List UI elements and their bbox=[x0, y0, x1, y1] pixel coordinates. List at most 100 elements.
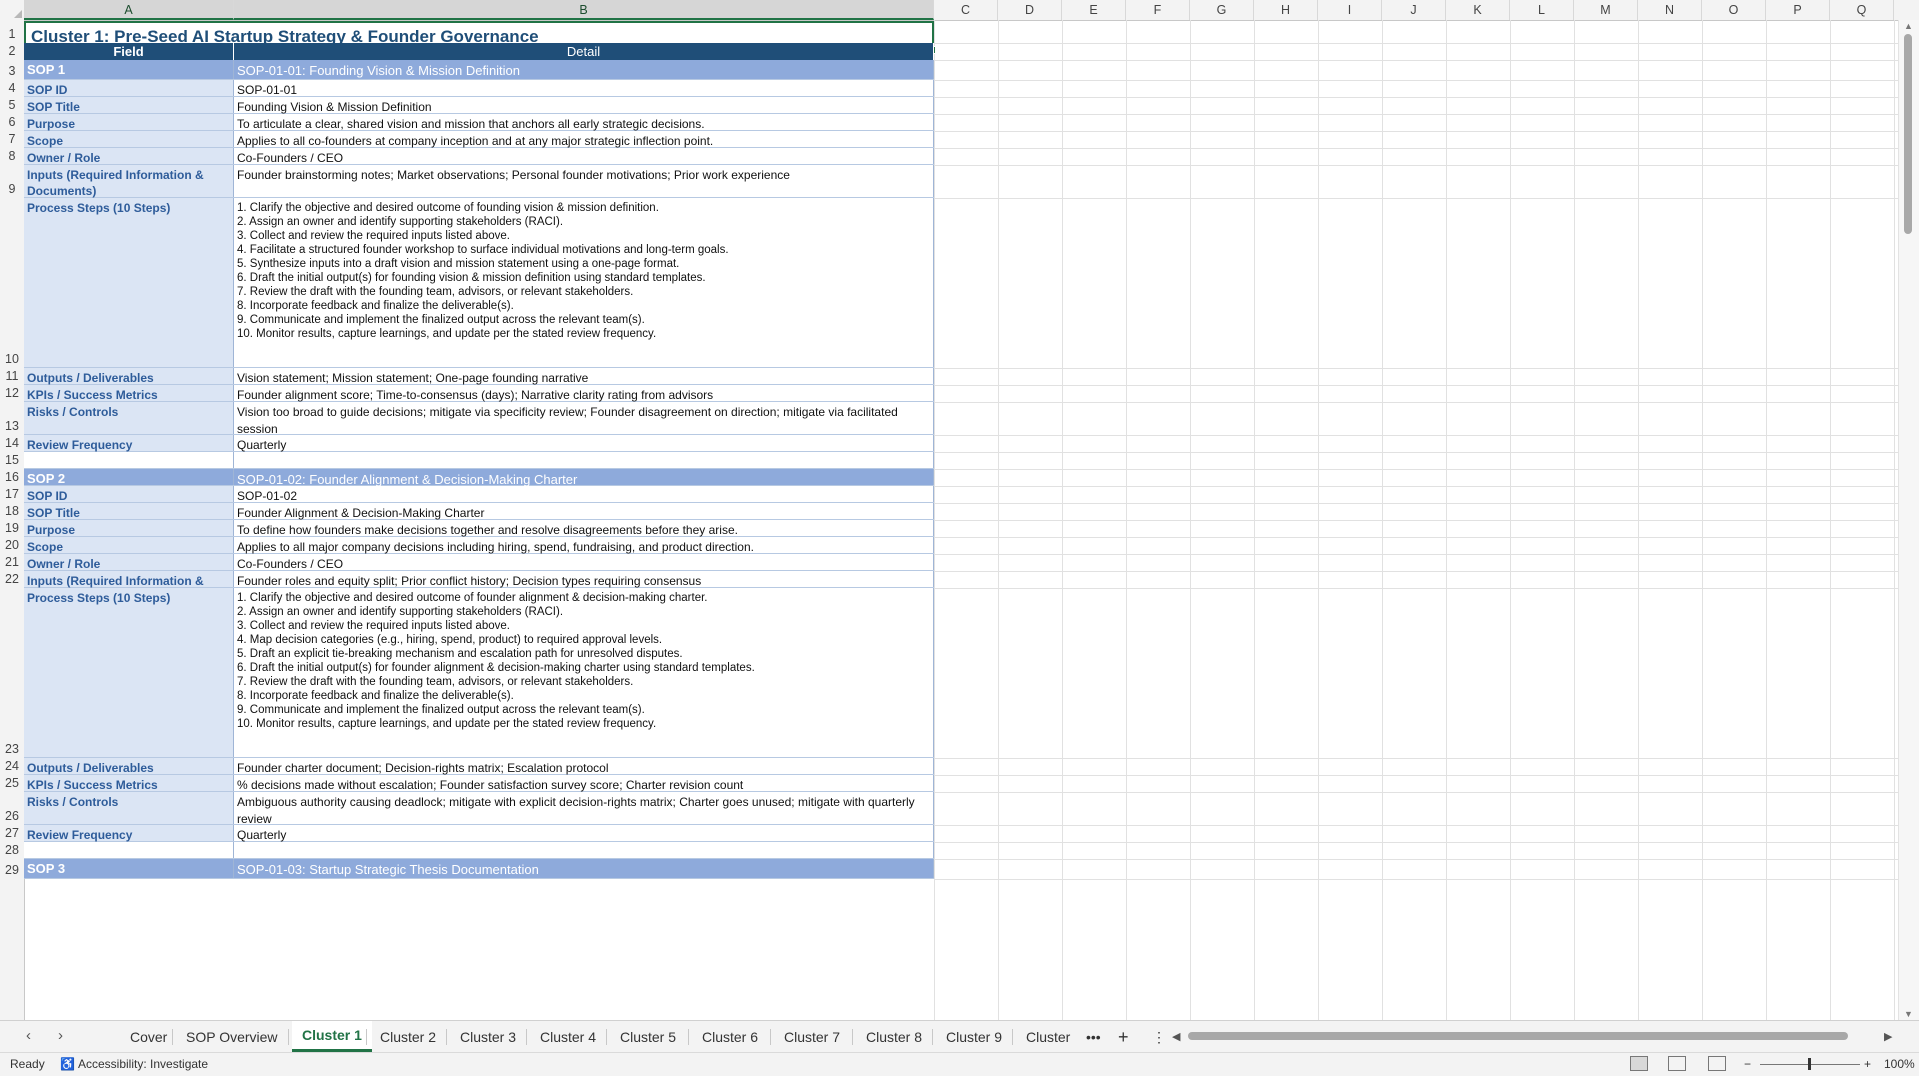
row-header[interactable]: 15 bbox=[0, 452, 24, 469]
field-cell[interactable] bbox=[24, 452, 234, 468]
page-break-view-icon[interactable] bbox=[1708, 1056, 1726, 1071]
column-header-p[interactable]: P bbox=[1766, 0, 1830, 20]
row-header[interactable]: 4 bbox=[0, 80, 24, 97]
row-header[interactable]: 9 bbox=[0, 165, 24, 198]
column-header-a[interactable]: A bbox=[24, 0, 234, 20]
field-cell[interactable]: Inputs (Required Information & Documents… bbox=[24, 165, 234, 198]
more-sheets-icon[interactable]: ••• bbox=[1076, 1025, 1111, 1049]
accessibility-icon[interactable]: ♿ bbox=[60, 1057, 75, 1071]
field-cell[interactable]: SOP 2 bbox=[24, 469, 234, 486]
row-header[interactable]: 18 bbox=[0, 503, 24, 520]
field-cell[interactable]: Risks / Controls bbox=[24, 402, 234, 434]
field-cell[interactable]: Purpose bbox=[24, 520, 234, 537]
sheet-tab[interactable]: Cluster 9 bbox=[936, 1025, 1012, 1049]
detail-cell[interactable]: % decisions made without escalation; Fou… bbox=[234, 775, 934, 792]
detail-cell[interactable]: Applies to all major company decisions i… bbox=[234, 537, 934, 554]
row-header[interactable]: 1 bbox=[0, 21, 24, 43]
sheet-tab[interactable]: Cluster 1 bbox=[292, 1021, 372, 1052]
field-cell[interactable]: Outputs / Deliverables bbox=[24, 368, 234, 385]
detail-cell[interactable]: Founder Alignment & Decision-Making Char… bbox=[234, 503, 934, 520]
detail-cell[interactable]: Founding Vision & Mission Definition bbox=[234, 97, 934, 114]
row-header[interactable]: 16 bbox=[0, 469, 24, 486]
detail-cell[interactable]: Ambiguous authority causing deadlock; mi… bbox=[234, 792, 934, 826]
row-header[interactable]: 26 bbox=[0, 792, 24, 825]
detail-cell[interactable] bbox=[234, 842, 934, 858]
field-cell[interactable]: SOP Title bbox=[24, 503, 234, 520]
page-layout-view-icon[interactable] bbox=[1668, 1056, 1686, 1071]
detail-cell[interactable]: Founder alignment score; Time-to-consens… bbox=[234, 385, 934, 402]
field-cell[interactable]: Process Steps (10 Steps) bbox=[24, 588, 234, 757]
row-header[interactable]: 2 bbox=[0, 43, 24, 60]
detail-cell[interactable]: To articulate a clear, shared vision and… bbox=[234, 114, 934, 131]
column-header-q[interactable]: Q bbox=[1830, 0, 1894, 20]
detail-cell[interactable]: Quarterly bbox=[234, 435, 934, 452]
zoom-level[interactable]: 100% bbox=[1884, 1057, 1915, 1071]
detail-cell[interactable]: Co-Founders / CEO bbox=[234, 554, 934, 571]
field-cell[interactable]: Outputs / Deliverables bbox=[24, 758, 234, 775]
field-cell[interactable]: SOP 1 bbox=[24, 60, 234, 79]
sheet-tab[interactable]: Cluster 5 bbox=[610, 1025, 686, 1049]
field-cell[interactable]: SOP Title bbox=[24, 97, 234, 114]
detail-cell[interactable]: Founder charter document; Decision-right… bbox=[234, 758, 934, 775]
row-header[interactable]: 13 bbox=[0, 402, 24, 435]
detail-cell[interactable]: SOP-01-01: Founding Vision & Mission Def… bbox=[234, 60, 934, 79]
row-header[interactable]: 3 bbox=[0, 60, 24, 80]
field-cell[interactable]: Scope bbox=[24, 537, 234, 554]
detail-cell[interactable]: SOP-01-02 bbox=[234, 486, 934, 503]
zoom-slider-knob[interactable] bbox=[1808, 1058, 1811, 1070]
detail-cell[interactable]: Founder roles and equity split; Prior co… bbox=[234, 571, 934, 588]
row-header[interactable]: 8 bbox=[0, 148, 24, 165]
accessibility-status[interactable]: Accessibility: Investigate bbox=[78, 1057, 208, 1071]
field-cell[interactable]: Review Frequency bbox=[24, 825, 234, 842]
zoom-in-icon[interactable]: + bbox=[1864, 1057, 1871, 1071]
sheet-tab[interactable]: Cover bbox=[120, 1025, 177, 1049]
next-sheet-icon[interactable]: › bbox=[58, 1027, 63, 1044]
detail-cell[interactable]: 1. Clarify the objective and desired out… bbox=[234, 588, 934, 757]
sheet-tab[interactable]: Cluster 2 bbox=[370, 1025, 446, 1049]
row-header[interactable]: 22 bbox=[0, 571, 24, 588]
column-header-n[interactable]: N bbox=[1638, 0, 1702, 20]
row-header[interactable]: 7 bbox=[0, 131, 24, 148]
add-sheet-icon[interactable]: + bbox=[1108, 1025, 1139, 1049]
column-header-c[interactable]: C bbox=[934, 0, 998, 20]
detail-cell[interactable]: Quarterly bbox=[234, 825, 934, 842]
field-cell[interactable]: Process Steps (10 Steps) bbox=[24, 198, 234, 367]
row-header[interactable]: 20 bbox=[0, 537, 24, 554]
row-header[interactable]: 29 bbox=[0, 859, 24, 879]
detail-cell[interactable]: SOP-01-03: Startup Strategic Thesis Docu… bbox=[234, 859, 934, 878]
row-header[interactable]: 24 bbox=[0, 758, 24, 775]
field-cell[interactable]: SOP ID bbox=[24, 486, 234, 503]
detail-cell[interactable] bbox=[234, 452, 934, 468]
select-all-corner[interactable] bbox=[0, 0, 25, 20]
sheet-tab[interactable]: Cluster bbox=[1016, 1025, 1080, 1049]
column-header-f[interactable]: F bbox=[1126, 0, 1190, 20]
detail-cell[interactable]: Applies to all co-founders at company in… bbox=[234, 131, 934, 148]
field-cell[interactable]: KPIs / Success Metrics bbox=[24, 385, 234, 402]
sheet-options-icon[interactable]: ⋮ bbox=[1142, 1025, 1176, 1049]
column-header-j[interactable]: J bbox=[1382, 0, 1446, 20]
field-cell[interactable]: KPIs / Success Metrics bbox=[24, 775, 234, 792]
field-cell[interactable]: Review Frequency bbox=[24, 435, 234, 452]
detail-cell[interactable]: Vision too broad to guide decisions; mit… bbox=[234, 402, 934, 436]
field-cell[interactable]: SOP 3 bbox=[24, 859, 234, 878]
row-header[interactable]: 10 bbox=[0, 198, 24, 368]
field-cell[interactable] bbox=[24, 842, 234, 858]
field-cell[interactable]: Inputs (Required Information & bbox=[24, 571, 234, 588]
sheet-tab[interactable]: Cluster 7 bbox=[774, 1025, 850, 1049]
field-cell[interactable]: Risks / Controls bbox=[24, 792, 234, 824]
scroll-down-icon[interactable]: ▼ bbox=[1904, 1009, 1913, 1019]
field-cell[interactable]: Scope bbox=[24, 131, 234, 148]
row-header[interactable]: 28 bbox=[0, 842, 24, 859]
row-header[interactable]: 27 bbox=[0, 825, 24, 842]
detail-cell[interactable]: 1. Clarify the objective and desired out… bbox=[234, 198, 934, 367]
column-header-h[interactable]: H bbox=[1254, 0, 1318, 20]
row-header[interactable]: 5 bbox=[0, 97, 24, 114]
horizontal-scrollbar[interactable] bbox=[1180, 1030, 1880, 1042]
scroll-right-icon[interactable]: ▶ bbox=[1884, 1030, 1892, 1043]
row-header[interactable]: 23 bbox=[0, 588, 24, 758]
detail-cell[interactable]: SOP-01-01 bbox=[234, 80, 934, 97]
field-cell[interactable]: Owner / Role bbox=[24, 148, 234, 165]
detail-cell[interactable]: To define how founders make decisions to… bbox=[234, 520, 934, 537]
sheet-tab[interactable]: Cluster 4 bbox=[530, 1025, 606, 1049]
field-cell[interactable]: SOP ID bbox=[24, 80, 234, 97]
